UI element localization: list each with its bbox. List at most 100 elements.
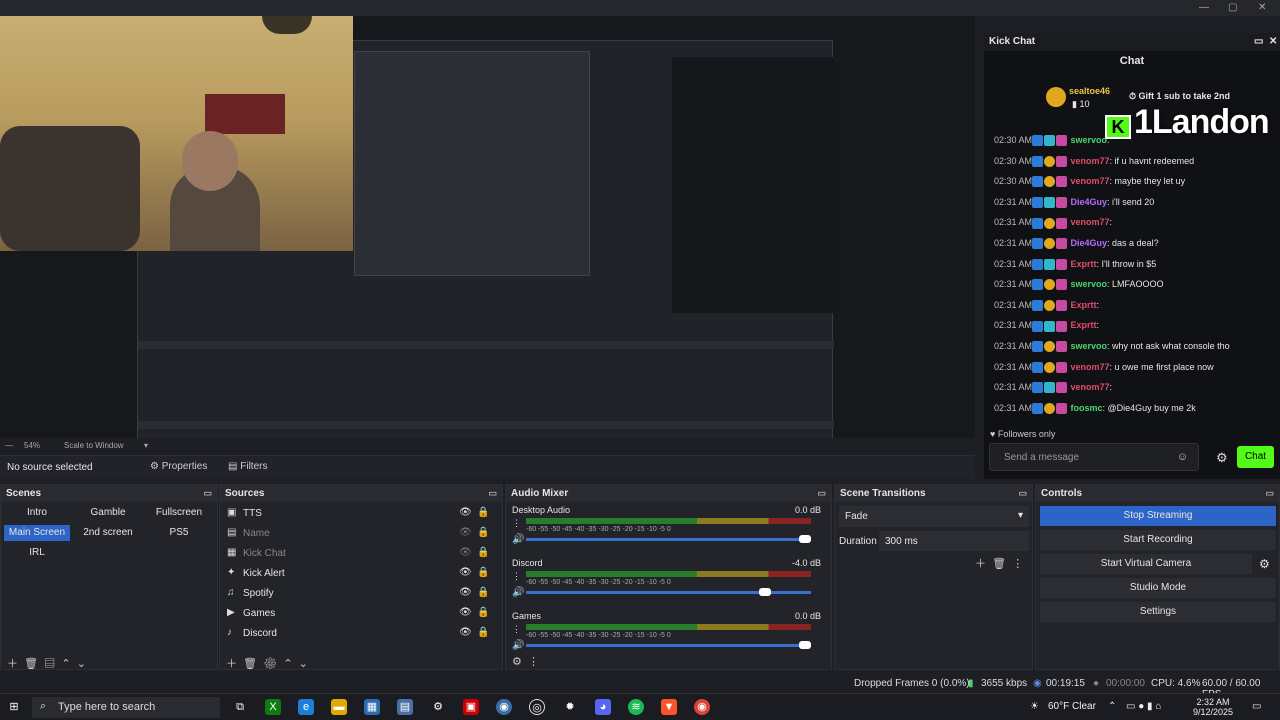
- chevron-down-icon[interactable]: ▾: [144, 441, 148, 450]
- filters-button[interactable]: ▤ Filters: [228, 461, 267, 472]
- chat-username[interactable]: venom77: [1071, 382, 1110, 392]
- gear-app-icon[interactable]: ✹: [562, 699, 578, 715]
- float-icon[interactable]: ▭: [1254, 36, 1263, 47]
- add-icon[interactable]: ＋: [7, 658, 18, 670]
- weather-icon[interactable]: ☀: [1030, 701, 1039, 712]
- steam-icon[interactable]: ◉: [496, 699, 512, 715]
- scene-fullscreen[interactable]: Fullscreen: [146, 505, 212, 521]
- stop-streaming-button[interactable]: Stop Streaming: [1040, 506, 1276, 526]
- start-virtual-camera-button[interactable]: Start Virtual Camera: [1040, 554, 1252, 574]
- lock-icon[interactable]: 🔒: [477, 527, 489, 538]
- lock-icon[interactable]: 🔒: [477, 547, 489, 558]
- lock-icon[interactable]: 🔒: [477, 607, 489, 618]
- move-up-icon[interactable]: ⌃: [61, 658, 70, 670]
- scene-2nd-screen[interactable]: 2nd screen: [75, 525, 141, 541]
- scene-ps5[interactable]: PS5: [146, 525, 212, 541]
- chat-username[interactable]: foosmc: [1071, 403, 1103, 413]
- source-item[interactable]: ▣ TTS 👁 🔒: [227, 505, 489, 523]
- chat-username[interactable]: swervoo: [1071, 341, 1108, 351]
- volume-slider[interactable]: [526, 644, 811, 647]
- menu-icon[interactable]: ⋮: [1012, 558, 1023, 570]
- source-item[interactable]: ▤ Name 👁 🔒: [227, 525, 489, 543]
- channel-menu-icon[interactable]: ⋮: [512, 571, 521, 582]
- scene-gamble[interactable]: Gamble: [75, 505, 141, 521]
- volume-slider[interactable]: [526, 538, 811, 541]
- visibility-eye-icon[interactable]: 👁: [459, 547, 472, 558]
- speaker-icon[interactable]: 🔊: [512, 640, 524, 651]
- windows-start-icon[interactable]: ⊞: [6, 699, 22, 715]
- visibility-eye-icon[interactable]: 👁: [459, 567, 472, 578]
- calculator-icon[interactable]: ▤: [397, 699, 413, 715]
- scene-main-screen[interactable]: Main Screen: [4, 525, 70, 541]
- tray-chevron-icon[interactable]: ⌃: [1108, 701, 1116, 712]
- speaker-icon[interactable]: 🔊: [512, 534, 524, 545]
- mixer-settings-icon[interactable]: ⚙: [512, 656, 522, 668]
- channel-menu-icon[interactable]: ⋮: [512, 624, 521, 635]
- emoji-icon[interactable]: ☺: [1177, 451, 1188, 463]
- visibility-eye-icon[interactable]: 👁: [459, 507, 472, 518]
- brave-icon[interactable]: ▼: [661, 699, 677, 715]
- settings-icon[interactable]: ⚙: [430, 699, 446, 715]
- visibility-eye-icon[interactable]: 👁: [459, 607, 472, 618]
- chat-username[interactable]: venom77: [1071, 156, 1110, 166]
- visibility-eye-icon[interactable]: 👁: [459, 627, 472, 638]
- lock-icon[interactable]: 🔒: [477, 507, 489, 518]
- chat-username[interactable]: Die4Guy: [1071, 197, 1108, 207]
- source-item[interactable]: ▦ Kick Chat 👁 🔒: [227, 545, 489, 563]
- delete-icon[interactable]: 🗑: [24, 658, 38, 670]
- chat-username[interactable]: venom77: [1071, 362, 1110, 372]
- volume-knob[interactable]: [799, 535, 811, 543]
- lock-icon[interactable]: 🔒: [477, 627, 489, 638]
- delete-icon[interactable]: 🗑: [243, 658, 257, 670]
- chat-username[interactable]: Exprtt: [1071, 320, 1097, 330]
- chat-username[interactable]: venom77: [1071, 217, 1110, 227]
- chat-username[interactable]: swervoo: [1071, 279, 1108, 289]
- undock-icon[interactable]: ▭: [817, 488, 826, 499]
- taskbar-search[interactable]: ⌕ Type here to search: [32, 697, 220, 718]
- obs-icon[interactable]: ◎: [529, 699, 545, 715]
- weather-text[interactable]: 60°F Clear: [1048, 701, 1096, 712]
- visibility-eye-icon[interactable]: 👁: [459, 527, 472, 538]
- chat-settings-gear-icon[interactable]: ⚙: [1216, 450, 1228, 466]
- notification-icon[interactable]: ▭: [1252, 701, 1261, 712]
- spotify-icon[interactable]: ≋: [628, 699, 644, 715]
- close-icon[interactable]: ✕: [1258, 2, 1266, 13]
- source-item[interactable]: ♪ Discord 👁 🔒: [227, 625, 489, 643]
- add-icon[interactable]: ＋: [975, 558, 986, 570]
- tray-apps-icon[interactable]: ▭ ● ▮ ⌂: [1126, 701, 1161, 712]
- scene-irl[interactable]: IRL: [4, 545, 70, 561]
- xbox-icon[interactable]: X: [265, 699, 281, 715]
- task-view-icon[interactable]: ⧉: [232, 699, 248, 715]
- chat-send-button[interactable]: Chat: [1237, 446, 1274, 468]
- filter-icon[interactable]: ▤: [44, 658, 55, 670]
- source-item[interactable]: ✦ Kick Alert 👁 🔒: [227, 565, 489, 583]
- source-item[interactable]: ▶ Games 👁 🔒: [227, 605, 489, 623]
- move-down-icon[interactable]: ⌄: [299, 658, 308, 670]
- transition-select[interactable]: Fade ▾: [839, 506, 1029, 527]
- clock[interactable]: 2:32 AM 9/12/2025: [1188, 697, 1238, 717]
- chat-username[interactable]: venom77: [1071, 176, 1110, 186]
- volume-knob[interactable]: [759, 588, 772, 596]
- undock-icon[interactable]: ▭: [203, 488, 212, 499]
- virtual-camera-gear-icon[interactable]: ⚙: [1259, 557, 1270, 571]
- add-icon[interactable]: ＋: [226, 658, 237, 670]
- maximize-icon[interactable]: ▢: [1228, 2, 1237, 13]
- undock-icon[interactable]: ▭: [1265, 488, 1274, 499]
- settings-button[interactable]: Settings: [1040, 602, 1276, 622]
- chat-username[interactable]: Exprtt: [1071, 300, 1097, 310]
- scale-mode[interactable]: Scale to Window: [64, 441, 124, 450]
- source-item[interactable]: ♫ Spotify 👁 🔒: [227, 585, 489, 603]
- program-preview[interactable]: [0, 16, 975, 438]
- chat-username[interactable]: swervoo: [1071, 135, 1108, 145]
- lock-icon[interactable]: 🔒: [477, 567, 489, 578]
- start-recording-button[interactable]: Start Recording: [1040, 530, 1276, 550]
- move-down-icon[interactable]: ⌄: [77, 658, 86, 670]
- delete-icon[interactable]: 🗑: [992, 558, 1006, 570]
- scene-intro[interactable]: Intro: [4, 505, 70, 521]
- undock-icon[interactable]: ▭: [488, 488, 497, 499]
- store-icon[interactable]: ▦: [364, 699, 380, 715]
- gear-icon[interactable]: ⚙: [263, 658, 277, 670]
- channel-menu-icon[interactable]: ⋮: [512, 518, 521, 529]
- close-icon[interactable]: ✕: [1269, 36, 1277, 47]
- chat-username[interactable]: Exprtt: [1071, 259, 1097, 269]
